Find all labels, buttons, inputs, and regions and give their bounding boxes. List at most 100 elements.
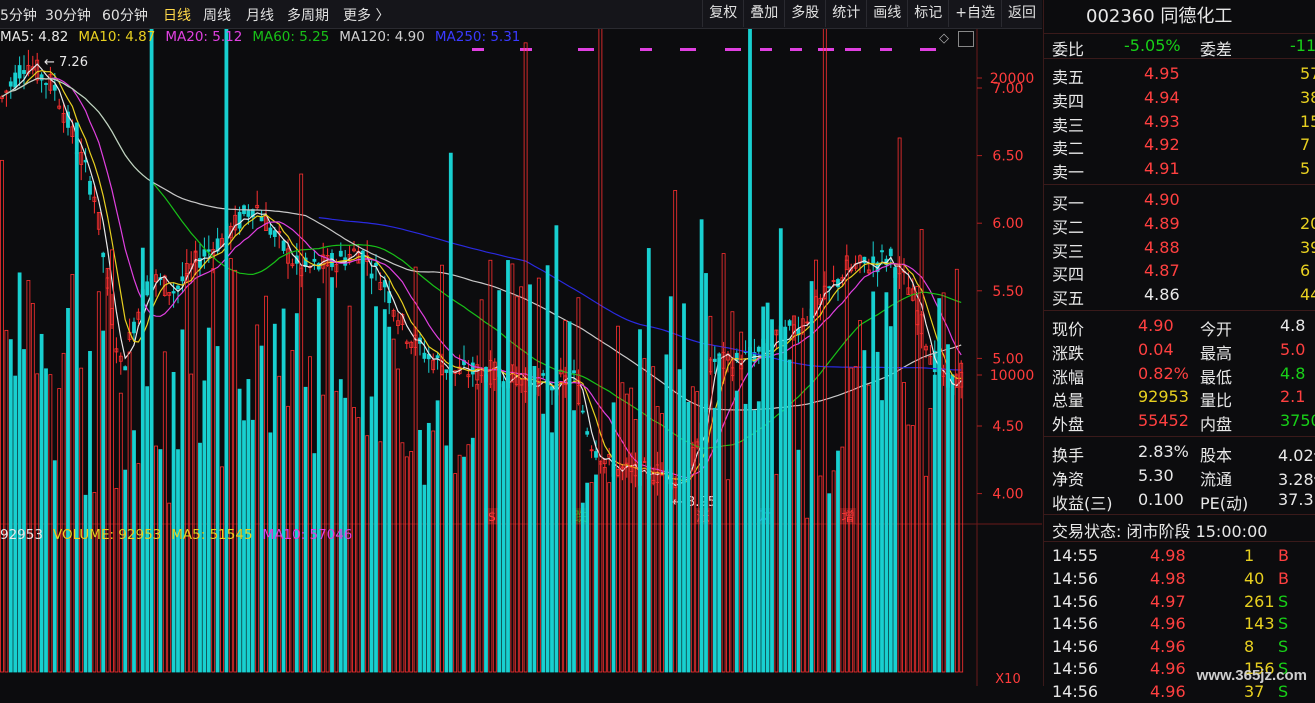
signal-mark	[845, 48, 861, 51]
volume-bar	[457, 454, 462, 673]
quote-row: 换手 2.83% 股本 4.02亿	[1044, 440, 1315, 465]
volume-bar	[316, 298, 321, 673]
stat-label: 今开	[1200, 319, 1233, 339]
volume-bar	[48, 374, 53, 673]
volume-bar	[431, 430, 436, 673]
tick-side: B	[1278, 568, 1289, 588]
volume-bar	[180, 329, 185, 673]
volume-bar	[233, 269, 238, 673]
volume-bar	[541, 413, 546, 673]
bid-label: 买五	[1052, 289, 1085, 309]
toolbar-button[interactable]: 统计	[825, 0, 866, 27]
period-tab[interactable]: 月线	[246, 5, 274, 25]
period-tab[interactable]: 周线	[203, 5, 231, 25]
tick-price: 4.96	[1150, 681, 1186, 701]
volume-bar	[8, 339, 13, 673]
volume-bar	[937, 298, 942, 673]
candle-body	[756, 346, 761, 352]
volume-bar	[734, 390, 739, 673]
trade-status-row: 交易状态: 闭市阶段 15:00:00	[1044, 515, 1315, 543]
toolbar-button[interactable]: 多股	[784, 0, 825, 27]
candle-body	[871, 256, 876, 264]
volume-bar	[484, 366, 488, 673]
chart-toolbar: 5分钟 30分钟 60分钟 日线 周线 月线 多周期 更多 〉 复权 叠加 多股 统计 画线 标记 +自选…	[0, 0, 1042, 29]
volume-legend: 92953 VOLUME: 92953 MA5: 51545 MA10: 57046	[0, 527, 362, 543]
volume-bar	[426, 422, 431, 673]
fund-value: 2.83%	[1138, 441, 1189, 461]
volume-bar	[17, 272, 22, 673]
period-tab[interactable]: 多周期	[287, 5, 329, 25]
volume-bar	[404, 456, 409, 673]
quote-row: 买五 4.86 44	[1044, 283, 1315, 309]
volume-bar	[836, 450, 840, 673]
period-tab[interactable]: 30分钟	[45, 5, 91, 25]
volume-bar	[259, 345, 264, 673]
ask-label: 卖三	[1052, 115, 1085, 135]
volume-bar	[752, 410, 757, 673]
volume-bar	[673, 190, 678, 673]
bid-label: 买一	[1052, 193, 1085, 213]
volume-bar	[756, 401, 761, 673]
volume-bar	[866, 384, 871, 673]
candle-body	[132, 321, 136, 334]
volume-bar	[519, 286, 524, 673]
candle-body	[123, 366, 128, 371]
candle-body	[712, 358, 717, 362]
candle-body	[272, 230, 277, 237]
volume-bar	[101, 330, 106, 673]
ask-price: 4.94	[1144, 87, 1180, 107]
volume-bar	[299, 173, 304, 673]
quote-row: 14:56 4.96 143 S	[1044, 612, 1315, 635]
period-tab[interactable]: 5分钟	[0, 5, 37, 25]
trade-status: 交易状态: 闭市阶段 15:00:00	[1052, 522, 1268, 542]
quote-row: 现价 4.90 今开 4.8	[1044, 314, 1315, 339]
stat-value: 2.1	[1280, 387, 1306, 407]
candle-body	[717, 353, 722, 357]
diamond-icon[interactable]: ◇	[935, 30, 953, 48]
volume-bar	[677, 369, 682, 673]
fund-label: 净资	[1052, 469, 1085, 489]
stat-value: 92953	[1138, 387, 1189, 407]
volume-bar	[382, 309, 387, 673]
volume-bar	[189, 373, 194, 673]
tick-volume: 143	[1244, 614, 1275, 634]
volume-bar	[497, 290, 502, 673]
toolbar-button[interactable]: 画线	[866, 0, 907, 27]
stat-label: 外盘	[1052, 415, 1085, 435]
volume-bar	[92, 492, 97, 673]
volume-bar	[585, 482, 590, 673]
price-tick-label: 5.50	[992, 284, 1023, 300]
volume-bar	[198, 442, 202, 673]
price-tick-label: 6.00	[992, 216, 1023, 232]
window-toggle-icon[interactable]	[958, 31, 974, 47]
volume-value: VOLUME: 92953	[52, 527, 162, 543]
toolbar-button[interactable]: 返回	[1001, 0, 1042, 27]
volume-bar	[26, 280, 31, 673]
toolbar-button[interactable]: +自选	[948, 0, 1001, 27]
volume-bar	[822, 29, 827, 673]
candle-body	[22, 70, 26, 74]
ask-label: 卖五	[1052, 68, 1085, 87]
volume-bar	[149, 29, 154, 673]
period-tab[interactable]: 日线	[163, 5, 191, 25]
volume-bar	[589, 482, 594, 673]
toolbar-button[interactable]: 标记	[907, 0, 948, 27]
price-tick-label: 4.00	[992, 487, 1023, 503]
candle-body	[435, 355, 440, 359]
candle-body	[8, 81, 13, 87]
toolbar-button[interactable]: 叠加	[743, 0, 784, 27]
webi-label: 委比	[1052, 40, 1085, 59]
period-tab[interactable]: 更多 〉	[343, 5, 389, 25]
volume-bar	[765, 302, 770, 673]
ask-price: 4.92	[1144, 135, 1180, 155]
volume-bar	[783, 326, 788, 673]
quote-row: 买一 4.90	[1044, 188, 1315, 213]
kline-chart[interactable]: 7.006.506.005.505.004.504.00400003000020…	[0, 29, 1042, 686]
tick-volume: 37	[1244, 681, 1265, 701]
volume-tick-label: 20000	[990, 71, 1035, 87]
volume-bar	[140, 247, 145, 673]
volume-bar	[682, 303, 686, 673]
toolbar-button[interactable]: 复权	[702, 0, 743, 27]
period-tab[interactable]: 60分钟	[102, 5, 148, 25]
candle-body	[246, 210, 251, 217]
